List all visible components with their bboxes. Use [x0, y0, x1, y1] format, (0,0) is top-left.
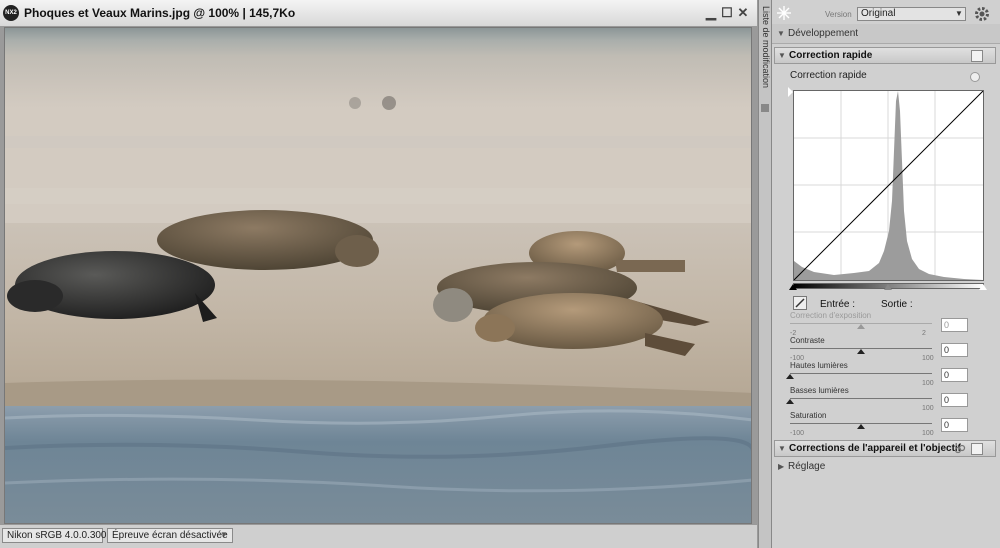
slider-label: Hautes lumières [790, 361, 848, 370]
lens-corrections-checkbox[interactable] [971, 443, 983, 455]
triangle-down-icon: ▼ [778, 51, 786, 60]
black-point-slider[interactable] [789, 284, 797, 290]
slider-max: 100 [922, 380, 934, 387]
gamma-slider[interactable] [884, 284, 892, 290]
slider-max: 100 [922, 405, 934, 412]
maximize-icon[interactable]: ☐ [720, 6, 734, 20]
version-label: Version [825, 10, 852, 19]
quick-fix-checkbox[interactable] [971, 50, 983, 62]
slider-max: 2 [922, 330, 926, 337]
slider-max: 100 [922, 430, 934, 437]
slider-min: -100 [790, 430, 805, 437]
minimize-icon[interactable]: ▁ [704, 6, 718, 20]
reset-radio[interactable] [970, 72, 980, 82]
color-profile-label: Nikon sRGB 4.0.0.3002 [2, 528, 112, 543]
output-label: Sortie : [881, 299, 913, 310]
app-logo-icon: NX2 [3, 5, 19, 21]
soft-proof-dropdown[interactable]: Épreuve écran désactivée [107, 528, 233, 543]
lens-corrections-title: Corrections de l'appareil et l'objectif [789, 443, 962, 454]
slider-track[interactable] [790, 398, 932, 399]
input-label: Entrée : [820, 299, 856, 310]
slider-label: Basses lumières [790, 386, 849, 395]
curve-histogram[interactable] [793, 90, 984, 281]
slider-thumb[interactable] [786, 374, 794, 379]
version-select[interactable]: Original [857, 7, 966, 21]
slider-label: Saturation [790, 411, 827, 420]
slider-label: Contraste [790, 336, 825, 345]
slider-value-input[interactable]: 0 [941, 368, 968, 382]
slider-thumb[interactable] [857, 424, 865, 429]
development-label: Développement [788, 28, 859, 39]
version-select-value: Original [861, 8, 896, 19]
window-title: Phoques et Veaux Marins.jpg @ 100% | 145… [24, 6, 296, 20]
slider-track[interactable] [790, 373, 932, 374]
triangle-down-icon: ▼ [778, 444, 786, 453]
white-point-slider[interactable] [979, 284, 987, 290]
link-icon[interactable] [954, 443, 966, 458]
chevron-down-icon: ▼ [220, 530, 228, 539]
soft-proof-label: Épreuve écran désactivée [112, 530, 228, 541]
triangle-down-icon: ▼ [777, 29, 785, 38]
quick-fix-title: Correction rapide [789, 50, 873, 61]
slider-value-input[interactable]: 0 [941, 343, 968, 357]
slider-label: Correction d'exposition [790, 311, 872, 320]
triangle-right-icon: ▶ [778, 462, 785, 471]
chevron-down-icon: ▼ [955, 9, 963, 18]
slider-value-input[interactable]: 0 [941, 393, 968, 407]
gear-icon[interactable] [973, 5, 991, 26]
slider-thumb[interactable] [857, 324, 865, 329]
photo-canvas[interactable] [4, 27, 752, 524]
seals-photo [5, 28, 751, 523]
tab-handle-icon [761, 104, 769, 112]
adjust-label[interactable]: Réglage [788, 461, 825, 472]
slider-thumb[interactable] [786, 399, 794, 404]
quick-fix-subtitle: Correction rapide [790, 70, 867, 81]
eyedropper-icon[interactable] [793, 296, 807, 310]
edit-list-tab-label: Liste de modification [761, 6, 771, 89]
slider-value-input[interactable]: 0 [941, 318, 968, 332]
slider-thumb[interactable] [857, 349, 865, 354]
close-icon[interactable]: ✕ [736, 6, 750, 20]
slider-value-input[interactable]: 0 [941, 418, 968, 432]
slider-max: 100 [922, 355, 934, 362]
sparkle-icon[interactable] [776, 5, 792, 24]
